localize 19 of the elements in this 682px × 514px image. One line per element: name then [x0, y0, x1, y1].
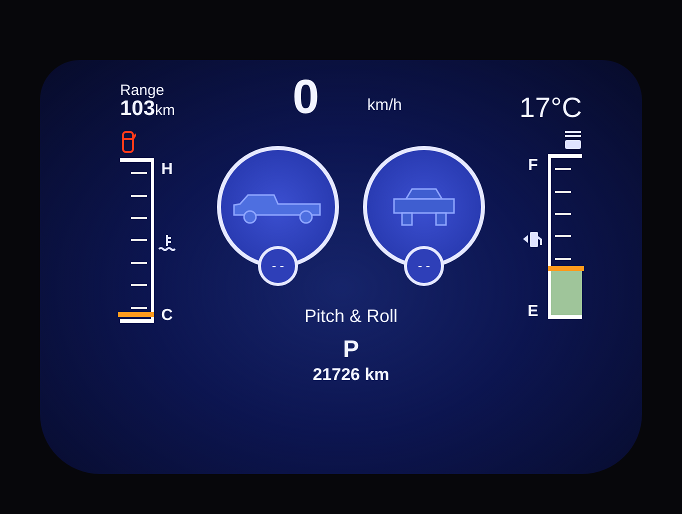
gauge-bottom-label: C: [161, 306, 173, 326]
range-label: Range: [120, 82, 166, 98]
speed-unit: km/h: [367, 96, 402, 116]
coolant-temperature-icon: [158, 234, 176, 252]
gauge-bottom-label: E: [528, 302, 538, 322]
odometer-reading: 21726 km: [312, 364, 390, 386]
fuel-pump-icon: [522, 230, 544, 248]
door-open-warning-icon: [120, 130, 136, 154]
range-unit: km: [155, 100, 176, 120]
gauge-top-label: H: [161, 160, 173, 180]
inclinometer-reading: - -: [258, 246, 298, 286]
mode-title: Pitch & Roll: [304, 305, 398, 328]
range-value: 103: [120, 98, 156, 118]
gauge-top-label: F: [528, 156, 538, 176]
gauge-needle-marker: [548, 266, 584, 271]
speed-value: 0: [292, 74, 320, 122]
outside-temperature: 17°C: [519, 94, 582, 122]
inclinometer-reading: - -: [404, 246, 444, 286]
gear-indicator: P: [342, 338, 359, 362]
